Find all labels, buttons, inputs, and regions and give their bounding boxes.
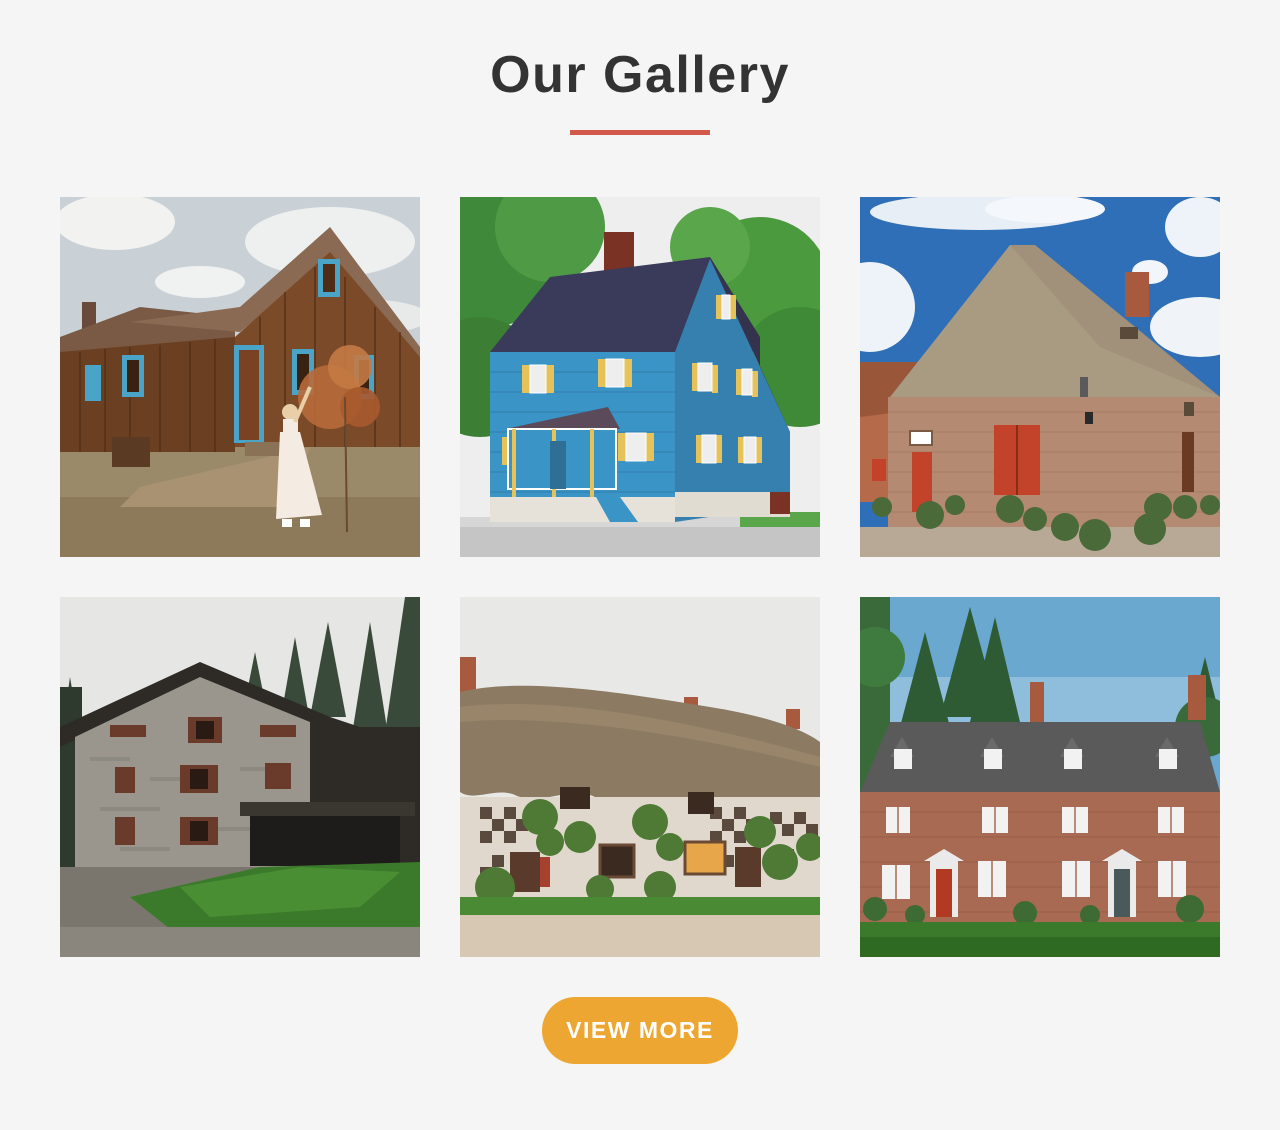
gallery-title: Our Gallery bbox=[490, 46, 790, 104]
gallery-photo-cabin[interactable] bbox=[60, 197, 420, 557]
gallery-grid bbox=[60, 197, 1220, 957]
view-more-button[interactable]: VIEW MORE bbox=[542, 997, 738, 1064]
title-underline bbox=[570, 130, 710, 135]
gallery-photo-brick-manor[interactable] bbox=[860, 597, 1220, 957]
gallery-section: Our Gallery VIEW MORE bbox=[0, 0, 1280, 1130]
gallery-photo-stone-house[interactable] bbox=[60, 597, 420, 957]
gallery-photo-thatched-cottage[interactable] bbox=[460, 597, 820, 957]
gallery-photo-blue-house[interactable] bbox=[460, 197, 820, 557]
gallery-photo-thatched-farmhouse[interactable] bbox=[860, 197, 1220, 557]
